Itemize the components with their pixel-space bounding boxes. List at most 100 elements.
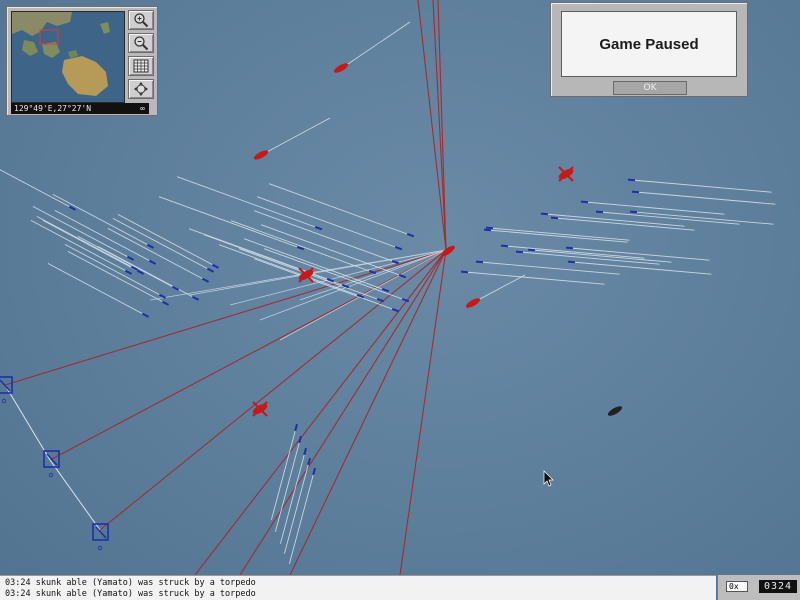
- torpedo-wake: [203, 234, 346, 287]
- friendly-unit-marker[interactable]: [0, 376, 13, 404]
- friendly-unit-marker[interactable]: [92, 523, 109, 551]
- friendly-torpedo: [376, 298, 385, 303]
- ok-button[interactable]: OK: [613, 81, 687, 95]
- friendly-torpedoes: [68, 178, 640, 476]
- friendly-torpedo: [201, 277, 210, 283]
- torpedo-wake: [635, 191, 776, 205]
- center-view-button[interactable]: [128, 79, 154, 99]
- friendly-torpedo: [550, 216, 559, 220]
- fire-line: [49, 249, 447, 461]
- friendly-torpedo: [527, 248, 536, 252]
- friendly-torpedo: [303, 447, 308, 456]
- friendly-torpedo: [398, 274, 407, 279]
- friendly-torpedo: [460, 270, 469, 274]
- game-clock: 0324: [759, 580, 797, 593]
- torpedo-wake: [268, 183, 411, 236]
- fire-line: [194, 249, 447, 576]
- friendly-torpedo: [312, 467, 317, 476]
- friendly-torpedo: [191, 295, 200, 301]
- minimap-panel: 129°49'E,27°27'N ∞: [6, 6, 158, 116]
- friendly-torpedo: [627, 178, 636, 182]
- enemy-ship[interactable]: [465, 274, 526, 310]
- fire-line: [99, 249, 447, 531]
- track: [229, 249, 447, 306]
- friendly-torpedo: [515, 250, 524, 254]
- torpedo-wake: [283, 461, 310, 554]
- minimap-terrain: [12, 12, 124, 102]
- torpedo-wake: [633, 211, 774, 225]
- torpedo-wake: [464, 271, 605, 285]
- enemy-ship[interactable]: [333, 21, 411, 75]
- torpedo-wake: [479, 261, 620, 275]
- formation-line: [4, 384, 51, 461]
- torpedo-wakes: [0, 169, 776, 564]
- zoom-out-button[interactable]: [128, 33, 154, 53]
- sunk-enemy-marker[interactable]: [298, 267, 314, 283]
- friendly-torpedo: [391, 308, 400, 313]
- friendly-torpedo: [298, 435, 303, 444]
- formation-line: [49, 459, 101, 531]
- log-message: 03:24 skunk able (Yamato) was struck by …: [5, 588, 256, 599]
- torpedo-wake: [631, 179, 772, 193]
- unknown-contact[interactable]: [607, 404, 624, 417]
- sunk-enemy-marker[interactable]: [558, 166, 574, 182]
- torpedo-wake: [260, 224, 403, 277]
- friendly-torpedo: [485, 226, 494, 230]
- friendly-torpedo: [148, 259, 157, 265]
- friendly-torpedo: [126, 255, 135, 261]
- torpedo-wake: [64, 243, 163, 297]
- enemy-ships[interactable]: [252, 21, 574, 417]
- fire-line: [4, 249, 447, 386]
- torpedo-wake: [489, 227, 630, 241]
- pause-dialog: Game Paused OK: [550, 2, 748, 97]
- mouse-cursor-icon: [543, 470, 554, 487]
- friendly-torpedo: [500, 244, 509, 248]
- torpedo-wake: [531, 249, 672, 263]
- grid-icon: [133, 59, 149, 73]
- torpedo-wake: [487, 229, 628, 243]
- friendly-torpedo: [540, 212, 549, 216]
- friendly-torpedo: [631, 190, 640, 194]
- friendly-torpedo: [171, 285, 180, 291]
- enemy-ship[interactable]: [253, 117, 331, 161]
- friendly-torpedo: [567, 260, 576, 264]
- friendly-torpedo: [314, 226, 323, 231]
- friendly-torpedo: [141, 312, 150, 318]
- friendly-torpedo: [394, 246, 403, 251]
- pause-message-box: Game Paused: [561, 11, 737, 77]
- friendly-torpedo: [161, 300, 170, 306]
- sunk-enemy-marker[interactable]: [252, 401, 268, 417]
- log-message: 03:24 skunk able (Yamato) was struck by …: [5, 578, 256, 588]
- track: [299, 249, 447, 301]
- zoom-in-button[interactable]: [128, 10, 154, 30]
- zoom-out-icon: [134, 36, 149, 51]
- pause-title: Game Paused: [599, 35, 699, 53]
- friendly-torpedo: [406, 233, 415, 238]
- torpedo-wake: [30, 219, 129, 273]
- friendly-torpedo: [629, 210, 638, 214]
- friendly-torpedo: [595, 210, 604, 214]
- time-controls: 0x 0324: [717, 575, 800, 600]
- minimap-coordinates: 129°49'E,27°27'N ∞: [11, 103, 149, 114]
- friendly-formation[interactable]: [0, 376, 109, 551]
- torpedo-wake: [0, 169, 73, 209]
- torpedo-wake: [544, 213, 685, 227]
- track: [259, 249, 447, 321]
- friendly-torpedo: [124, 269, 133, 275]
- torpedo-wake: [47, 262, 146, 316]
- minimap-zoom-level: ∞: [140, 104, 145, 113]
- friendly-unit-marker[interactable]: [43, 450, 60, 478]
- torpedo-wake: [52, 193, 151, 247]
- grid-toggle-button[interactable]: [128, 56, 154, 76]
- torpedo-wake: [571, 261, 712, 275]
- friendly-torpedo: [475, 260, 484, 264]
- friendly-torpedo: [146, 243, 155, 249]
- friendly-torpedo: [211, 263, 220, 269]
- fire-line: [239, 249, 447, 576]
- coords-text: 129°49'E,27°27'N: [14, 104, 92, 113]
- torpedo-wake: [554, 217, 695, 231]
- time-compression-indicator[interactable]: 0x: [726, 581, 748, 592]
- friendly-torpedo: [483, 228, 492, 232]
- minimap[interactable]: [11, 11, 125, 103]
- center-view-icon: [134, 82, 148, 96]
